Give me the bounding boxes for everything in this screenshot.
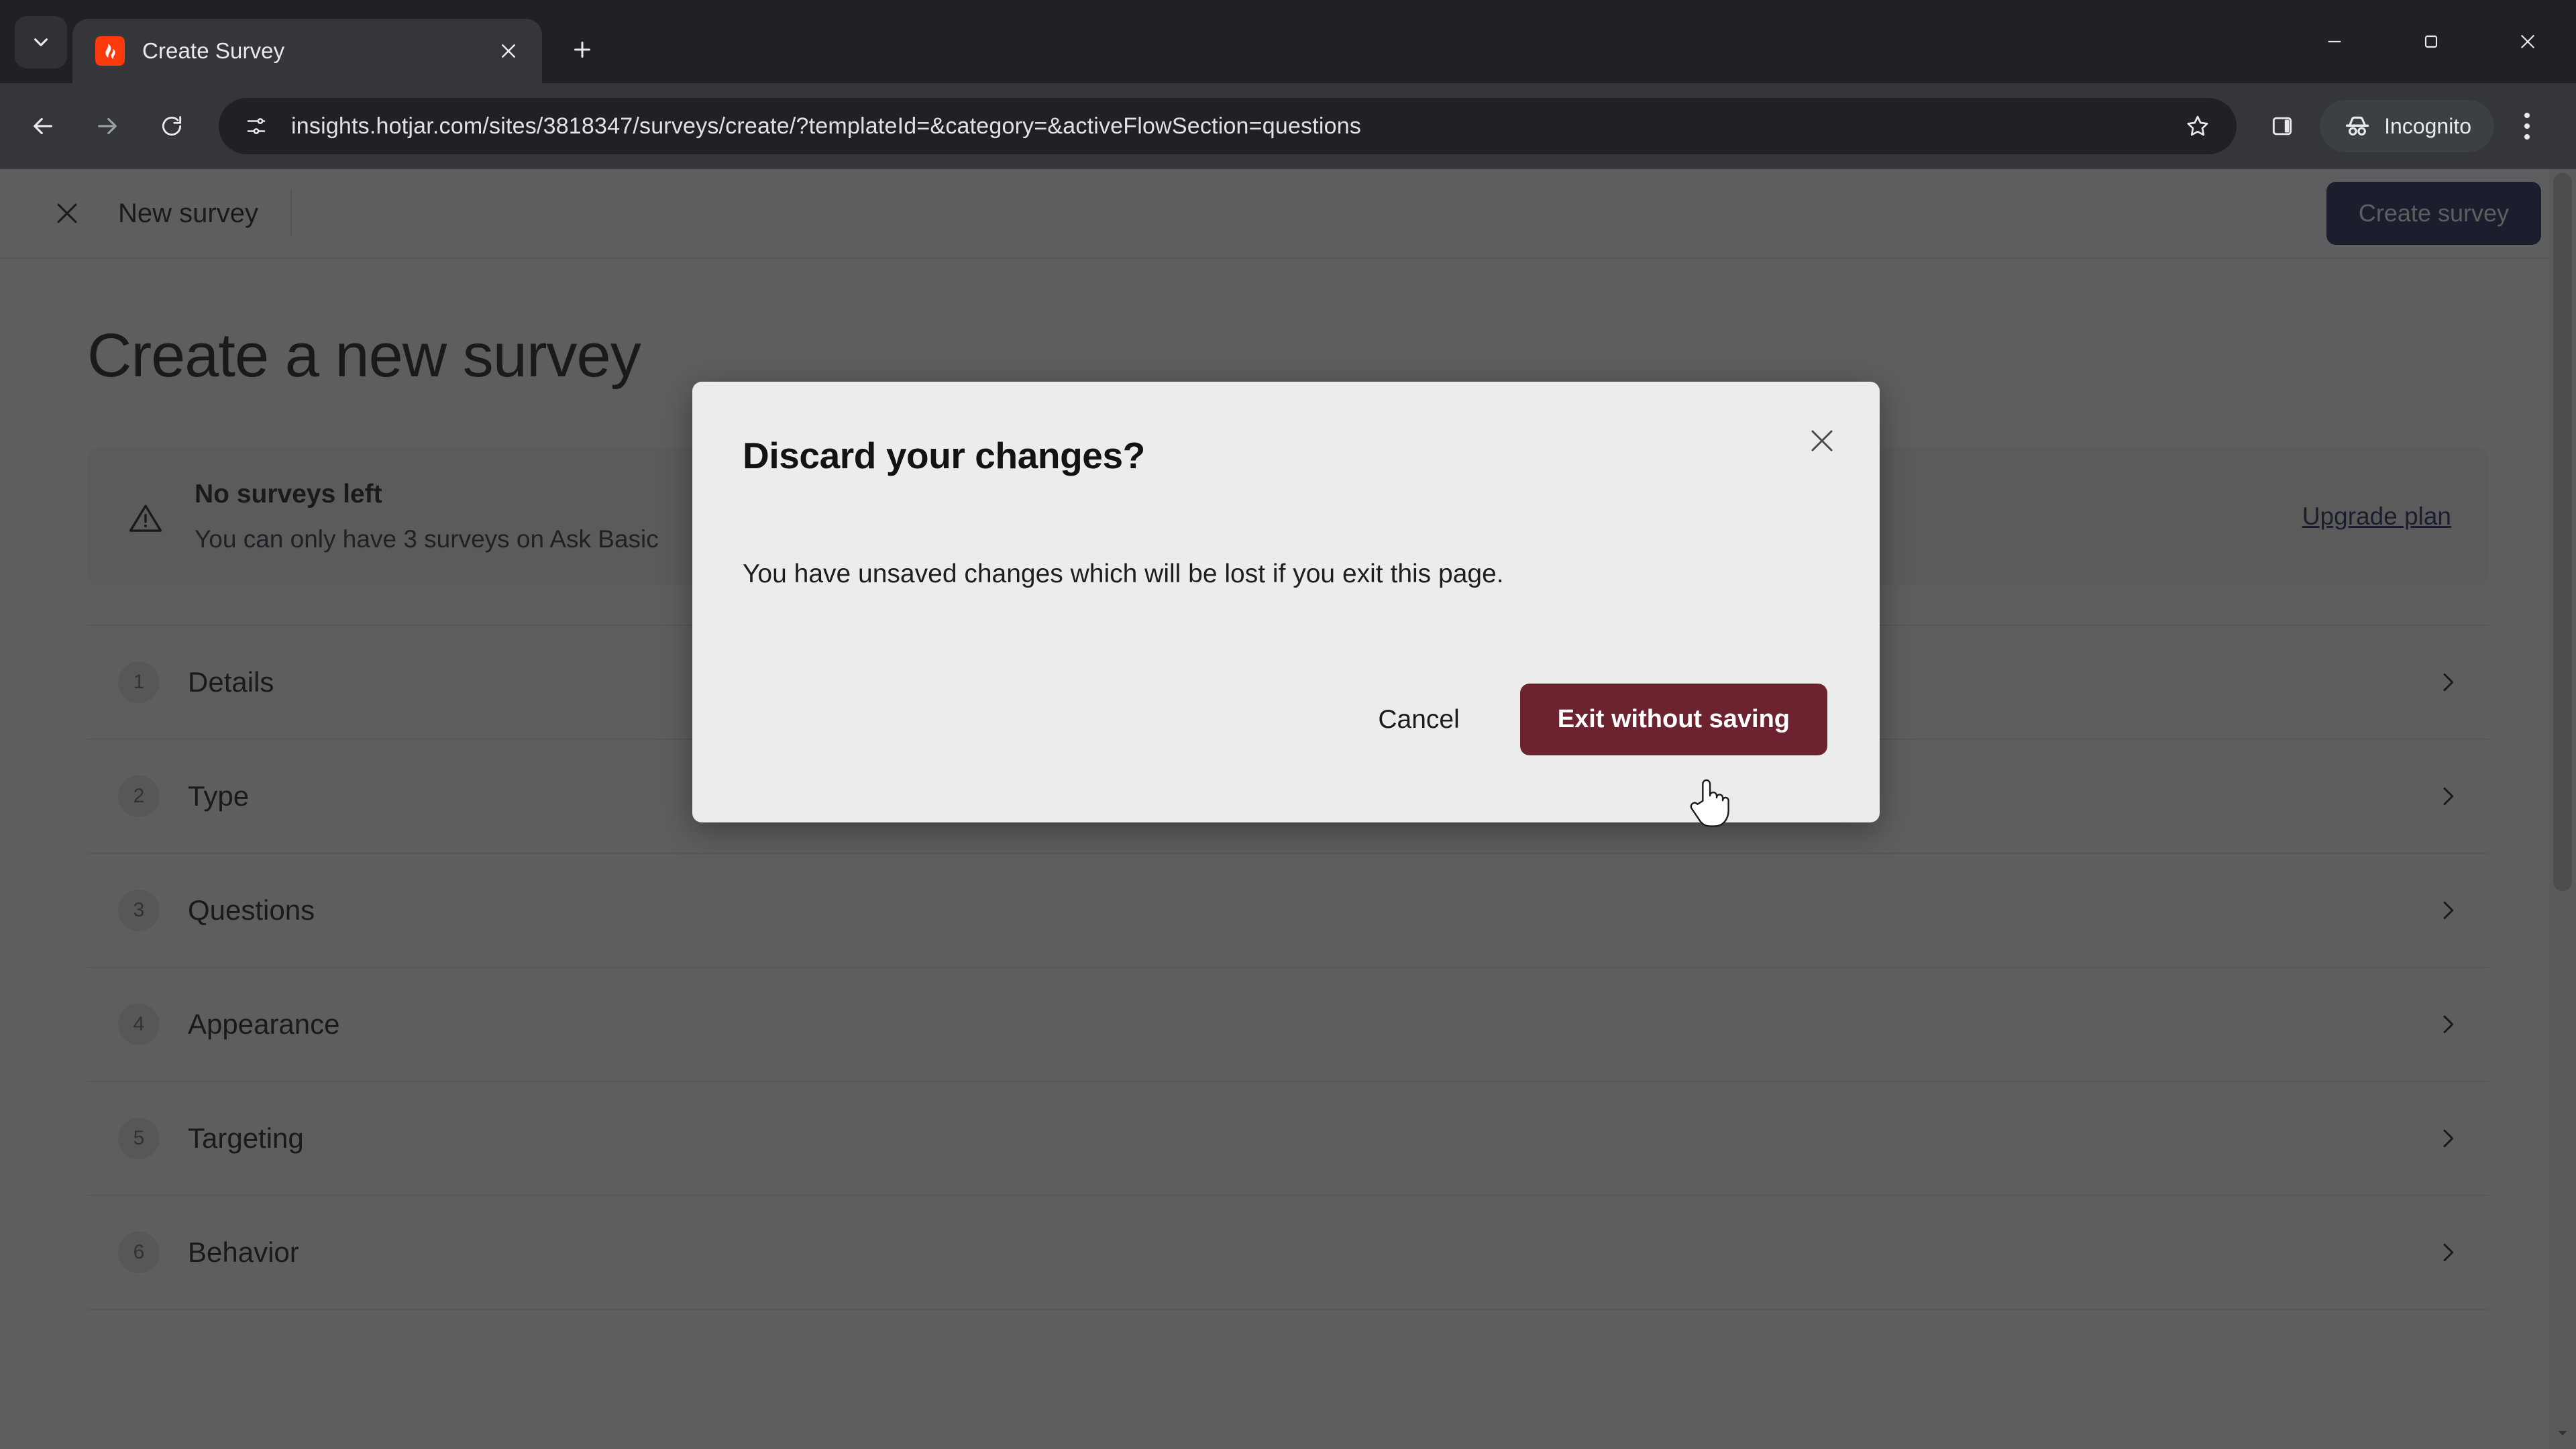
incognito-label: Incognito bbox=[2384, 113, 2471, 138]
incognito-icon bbox=[2345, 116, 2369, 136]
cancel-button[interactable]: Cancel bbox=[1355, 686, 1482, 753]
window-close-button[interactable] bbox=[2479, 0, 2576, 83]
page-viewport: New survey Create survey Create a new su… bbox=[0, 169, 2576, 1449]
close-icon bbox=[1811, 430, 1833, 451]
forward-button[interactable] bbox=[75, 94, 140, 158]
browser-toolbar: insights.hotjar.com/sites/3818347/survey… bbox=[0, 83, 2576, 169]
tab-title: Create Survey bbox=[142, 38, 285, 63]
three-dot-menu-icon bbox=[2524, 113, 2530, 118]
chevron-down-icon bbox=[34, 38, 48, 46]
dialog-message: You have unsaved changes which will be l… bbox=[743, 559, 1504, 588]
tab-strip: Create Survey bbox=[0, 0, 2576, 83]
dialog-close-button[interactable] bbox=[1801, 419, 1843, 462]
window-minimize-button[interactable] bbox=[2286, 0, 2383, 83]
site-settings-icon[interactable] bbox=[241, 111, 271, 141]
maximize-icon bbox=[2424, 35, 2438, 48]
dialog-actions: Cancel Exit without saving bbox=[1355, 684, 1827, 755]
discard-changes-dialog: Discard your changes? You have unsaved c… bbox=[692, 382, 1880, 822]
hotjar-logo-icon bbox=[95, 36, 125, 66]
exit-without-saving-button[interactable]: Exit without saving bbox=[1519, 684, 1827, 755]
url-text: insights.hotjar.com/sites/3818347/survey… bbox=[291, 113, 1362, 139]
close-icon bbox=[502, 44, 515, 58]
star-icon bbox=[2187, 115, 2208, 136]
minimize-icon bbox=[2328, 40, 2341, 43]
arrow-left-icon bbox=[34, 117, 52, 135]
plus-icon bbox=[574, 42, 590, 58]
side-panel-icon bbox=[2273, 117, 2292, 136]
window-maximize-button[interactable] bbox=[2383, 0, 2479, 83]
side-panel-button[interactable] bbox=[2254, 98, 2310, 154]
tab-close-button[interactable] bbox=[491, 34, 526, 68]
three-dot-menu-icon bbox=[2524, 123, 2530, 129]
reload-icon bbox=[162, 116, 182, 136]
tab-search-button[interactable] bbox=[15, 16, 67, 68]
window-controls bbox=[2286, 0, 2576, 83]
three-dot-menu-icon bbox=[2524, 134, 2530, 140]
new-tab-button[interactable] bbox=[559, 27, 605, 72]
browser-window: Create Survey insights.hotjar.com/sites/… bbox=[0, 0, 2576, 1449]
browser-tab[interactable]: Create Survey bbox=[72, 19, 542, 83]
reload-button[interactable] bbox=[140, 94, 204, 158]
arrow-right-icon bbox=[98, 117, 117, 135]
bookmark-button[interactable] bbox=[2176, 105, 2219, 148]
address-bar[interactable]: insights.hotjar.com/sites/3818347/survey… bbox=[219, 98, 2237, 154]
dialog-title: Discard your changes? bbox=[743, 435, 1145, 476]
close-icon bbox=[2520, 34, 2535, 49]
incognito-indicator[interactable]: Incognito bbox=[2320, 100, 2494, 152]
browser-menu-button[interactable] bbox=[2502, 98, 2552, 154]
back-button[interactable] bbox=[11, 94, 75, 158]
